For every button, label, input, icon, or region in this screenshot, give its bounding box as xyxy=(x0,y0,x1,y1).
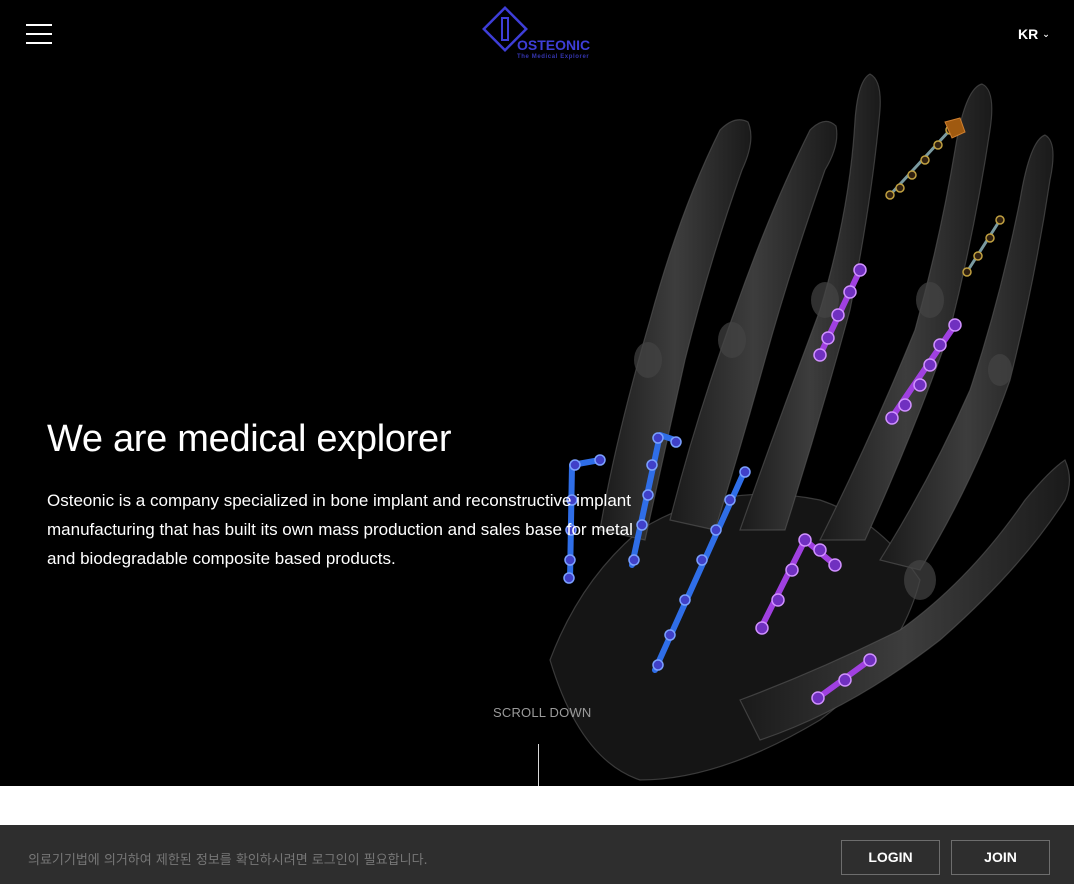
menu-line xyxy=(26,33,52,35)
chevron-down-icon: ⌄ xyxy=(1042,29,1050,39)
join-button[interactable]: JOIN xyxy=(951,840,1050,875)
hamburger-menu-icon[interactable] xyxy=(26,22,54,46)
language-label: KR xyxy=(1018,26,1039,42)
hero-headline: We are medical explorer xyxy=(47,418,452,460)
logo-tagline: The Medical Explorer xyxy=(517,54,590,60)
logo-text: OSTEONIC xyxy=(517,37,591,53)
login-notice-bar: 의료기기법에 의거하여 제한된 정보를 확인하시려면 로그인이 필요합니다. L… xyxy=(0,825,1074,884)
menu-line xyxy=(26,24,52,26)
login-button[interactable]: LOGIN xyxy=(841,840,940,875)
language-selector[interactable]: KR ⌄ xyxy=(1018,26,1050,42)
scroll-indicator-line xyxy=(538,744,539,786)
menu-line xyxy=(26,42,52,44)
hero-description: Osteonic is a company specialized in bon… xyxy=(47,491,633,568)
hand-xray-image xyxy=(549,73,1071,781)
scroll-down-link[interactable]: SCROLL DOWN xyxy=(493,705,592,720)
hero-section: OSTEONIC The Medical Explorer KR ⌄ We are… xyxy=(0,0,1074,786)
login-notice-text: 의료기기법에 의거하여 제한된 정보를 확인하시려면 로그인이 필요합니다. xyxy=(28,853,428,868)
osteonic-logo[interactable]: OSTEONIC The Medical Explorer xyxy=(482,6,602,62)
